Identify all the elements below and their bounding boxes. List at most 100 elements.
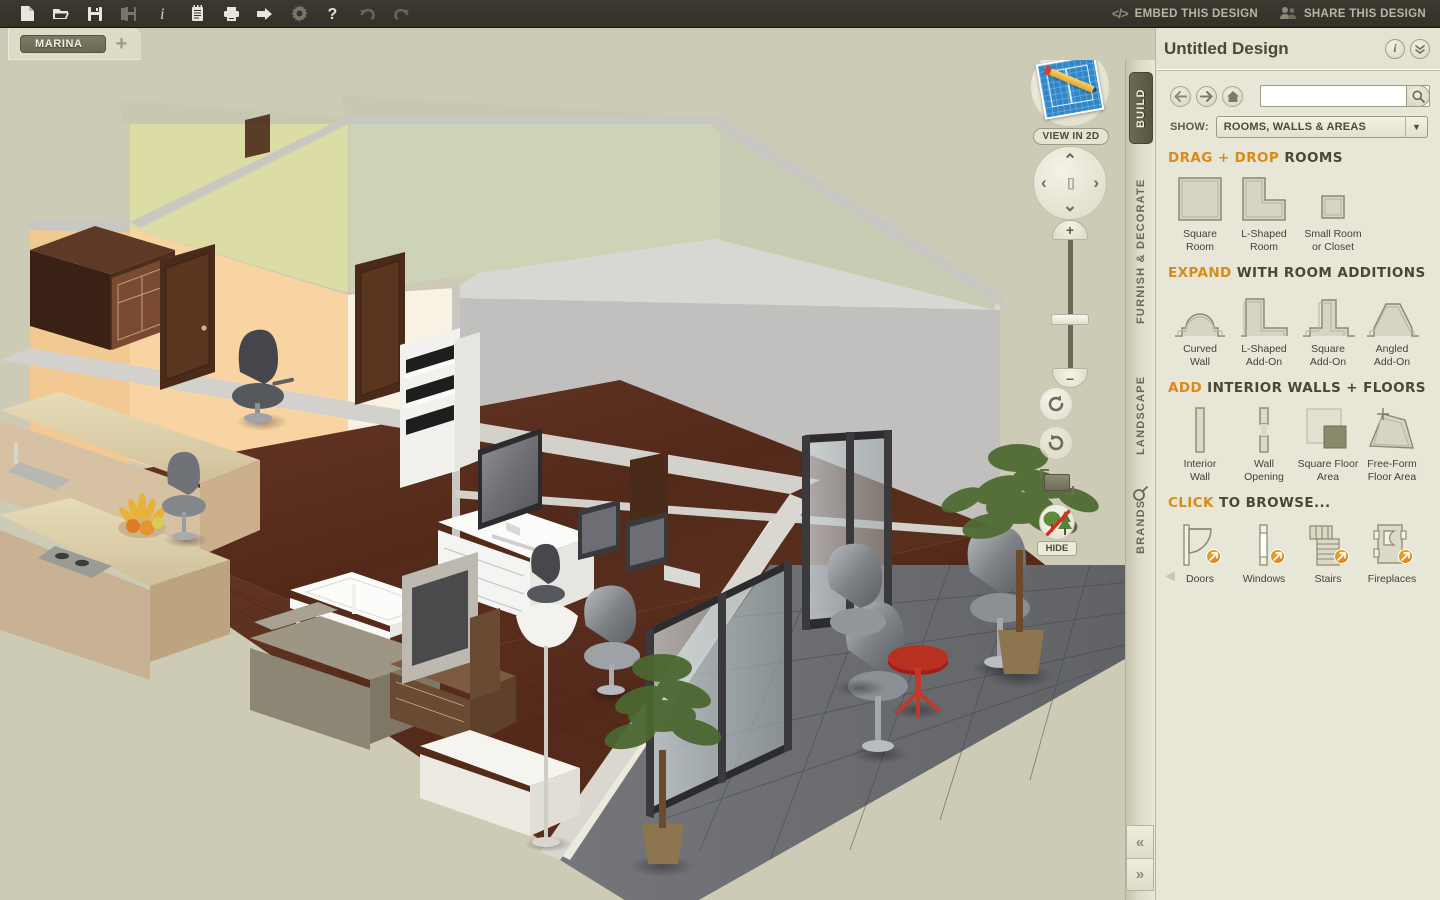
square-floor-area-icon: [1296, 404, 1360, 454]
search-submit-button[interactable]: [1406, 85, 1430, 107]
rotate-left-button[interactable]: [1039, 387, 1073, 421]
info-icon[interactable]: i: [146, 1, 180, 27]
search-icon[interactable]: [1132, 484, 1149, 507]
interior-wall-tile[interactable]: Interior Wall: [1168, 404, 1232, 483]
section-title-room-additions: EXPAND WITH ROOM ADDITIONS: [1168, 265, 1428, 281]
open-folder-icon[interactable]: [44, 1, 78, 27]
zoom-slider[interactable]: + –: [1051, 220, 1089, 388]
tile-label-line1: Small Room: [1304, 228, 1362, 240]
angled-addon-tile[interactable]: Angled Add-On: [1360, 289, 1424, 368]
pan-up-button[interactable]: ⌃: [1063, 151, 1077, 171]
search-input[interactable]: [1261, 86, 1429, 106]
toolbar-icon-group: i ?: [0, 1, 418, 27]
back-button[interactable]: [1170, 85, 1191, 107]
view-in-2d-label[interactable]: VIEW IN 2D: [1033, 128, 1109, 145]
design-viewport-3d[interactable]: VIEW IN 2D ⌃ ⌄ ‹ › [ ] + – HIDE: [0, 60, 1125, 900]
tile-label-line1: Stairs: [1314, 573, 1342, 585]
embed-design-button[interactable]: </> EMBED THIS DESIGN: [1112, 6, 1258, 21]
stairs-tile[interactable]: Stairs: [1296, 519, 1360, 586]
square-floor-area-tile[interactable]: Square Floor Area: [1296, 404, 1360, 483]
curved-wall-icon: [1168, 289, 1232, 339]
redo-icon[interactable]: [384, 1, 418, 27]
share-design-button[interactable]: SHARE THIS DESIGN: [1279, 6, 1426, 22]
view-in-2d-control[interactable]: VIEW IN 2D: [1031, 60, 1111, 145]
l-shaped-room-tile[interactable]: L-Shaped Room: [1232, 174, 1296, 253]
pan-left-button[interactable]: ‹: [1041, 173, 1047, 193]
blueprint-icon: [1035, 60, 1105, 120]
save-as-icon[interactable]: [112, 1, 146, 27]
browse-badge-fireplaces[interactable]: [1398, 549, 1413, 564]
tile-label-line1: Square: [1311, 343, 1345, 355]
rotate-right-button[interactable]: [1039, 426, 1073, 460]
isometric-floorplan-render[interactable]: [0, 60, 1125, 900]
rail-tab-build[interactable]: BUILD: [1129, 72, 1153, 144]
forward-button[interactable]: [1196, 85, 1217, 107]
view-in-2d-icon[interactable]: [1031, 60, 1109, 126]
hide-label[interactable]: HIDE: [1037, 541, 1077, 556]
section-title-click-to-browse: CLICK TO BROWSE...: [1168, 495, 1428, 511]
tile-label-line1: Square Floor: [1297, 458, 1359, 470]
section-drag-drop-rooms: DRAG + DROP ROOMS Square Room L-Shaped Roo…: [1156, 138, 1440, 253]
l-shaped-addon-icon: [1232, 289, 1296, 339]
windows-tile[interactable]: Windows: [1232, 519, 1296, 586]
free-form-floor-area-tile[interactable]: Free-Form Floor Area: [1360, 404, 1424, 483]
tile-label-line2: Add-On: [1309, 355, 1347, 368]
help-icon[interactable]: ?: [316, 1, 350, 27]
fireplace-icon: [1360, 519, 1424, 569]
tile-label-line1: Wall: [1253, 458, 1275, 470]
right-panel: Untitled Design i SHOW: ROOMS, WALLS & A…: [1155, 28, 1440, 900]
rail-tab-landscape[interactable]: LANDSCAPE: [1129, 356, 1153, 474]
pan-down-button[interactable]: ⌄: [1063, 196, 1077, 216]
tile-label-line1: L-Shaped: [1241, 228, 1287, 240]
browse-badge-stairs[interactable]: [1334, 549, 1349, 564]
tile-label-line2: Area: [1316, 470, 1340, 483]
share-people-icon: [1279, 6, 1297, 22]
settings-gear-icon[interactable]: [282, 1, 316, 27]
notes-icon[interactable]: [180, 1, 214, 27]
l-shaped-addon-tile[interactable]: L-Shaped Add-On: [1232, 289, 1296, 368]
panel-edge-handle-icon[interactable]: ◄: [1162, 566, 1180, 588]
browse-badge-doors[interactable]: [1206, 549, 1221, 564]
square-room-tile[interactable]: Square Room: [1168, 174, 1232, 253]
small-room-closet-tile[interactable]: Small Room or Closet: [1296, 174, 1370, 253]
panel-collapse-button[interactable]: [1410, 38, 1430, 59]
pan-dpad-control[interactable]: ⌃ ⌄ ‹ › [ ]: [1033, 146, 1107, 220]
zoom-slider-track[interactable]: [1068, 238, 1073, 370]
recenter-button[interactable]: [ ]: [1067, 176, 1074, 190]
tile-label-line1: Angled: [1375, 343, 1409, 355]
hide-trees-icon[interactable]: [1039, 504, 1075, 540]
collapse-left-button[interactable]: «: [1126, 825, 1154, 858]
save-icon[interactable]: [78, 1, 112, 27]
section-title-rest: INTERIOR WALLS + FLOORS: [1207, 380, 1426, 396]
document-tab-marina[interactable]: MARINA: [20, 35, 106, 53]
fireplaces-tile[interactable]: Fireplaces: [1360, 519, 1424, 586]
zoom-slider-thumb[interactable]: [1051, 314, 1089, 325]
undo-icon[interactable]: [350, 1, 384, 27]
rail-tab-furnish-decorate[interactable]: FURNISH & DECORATE: [1129, 156, 1153, 346]
door-icon: [1168, 519, 1232, 569]
interior-wall-icon: [1168, 404, 1232, 454]
tile-label-line2: Opening: [1244, 470, 1284, 483]
new-document-icon[interactable]: [10, 1, 44, 27]
panel-info-button[interactable]: i: [1385, 38, 1405, 59]
chevron-down-icon[interactable]: ▼: [1405, 116, 1427, 138]
home-button[interactable]: [1222, 85, 1243, 107]
screenshot-button[interactable]: [1039, 468, 1075, 496]
panel-search[interactable]: [1260, 85, 1430, 107]
add-tab-button[interactable]: +: [112, 34, 132, 54]
browse-badge-windows[interactable]: [1270, 549, 1285, 564]
wall-opening-tile[interactable]: Wall Opening: [1232, 404, 1296, 483]
export-icon[interactable]: [248, 1, 282, 27]
show-select[interactable]: ROOMS, WALLS & AREAS ▼: [1215, 116, 1428, 138]
top-toolbar: i ? </> EMBED THIS DESIGN SHARE THIS DES…: [0, 0, 1440, 28]
print-icon[interactable]: [214, 1, 248, 27]
square-addon-tile[interactable]: Square Add-On: [1296, 289, 1360, 368]
square-addon-icon: [1296, 289, 1360, 339]
design-title: Untitled Design: [1164, 38, 1289, 58]
hide-landscape-control[interactable]: HIDE: [1037, 504, 1077, 556]
svg-text:i: i: [160, 6, 164, 22]
collapse-right-button[interactable]: »: [1126, 858, 1154, 891]
stairs-icon: [1296, 519, 1360, 569]
pan-right-button[interactable]: ›: [1093, 173, 1099, 193]
curved-wall-tile[interactable]: Curved Wall: [1168, 289, 1232, 368]
